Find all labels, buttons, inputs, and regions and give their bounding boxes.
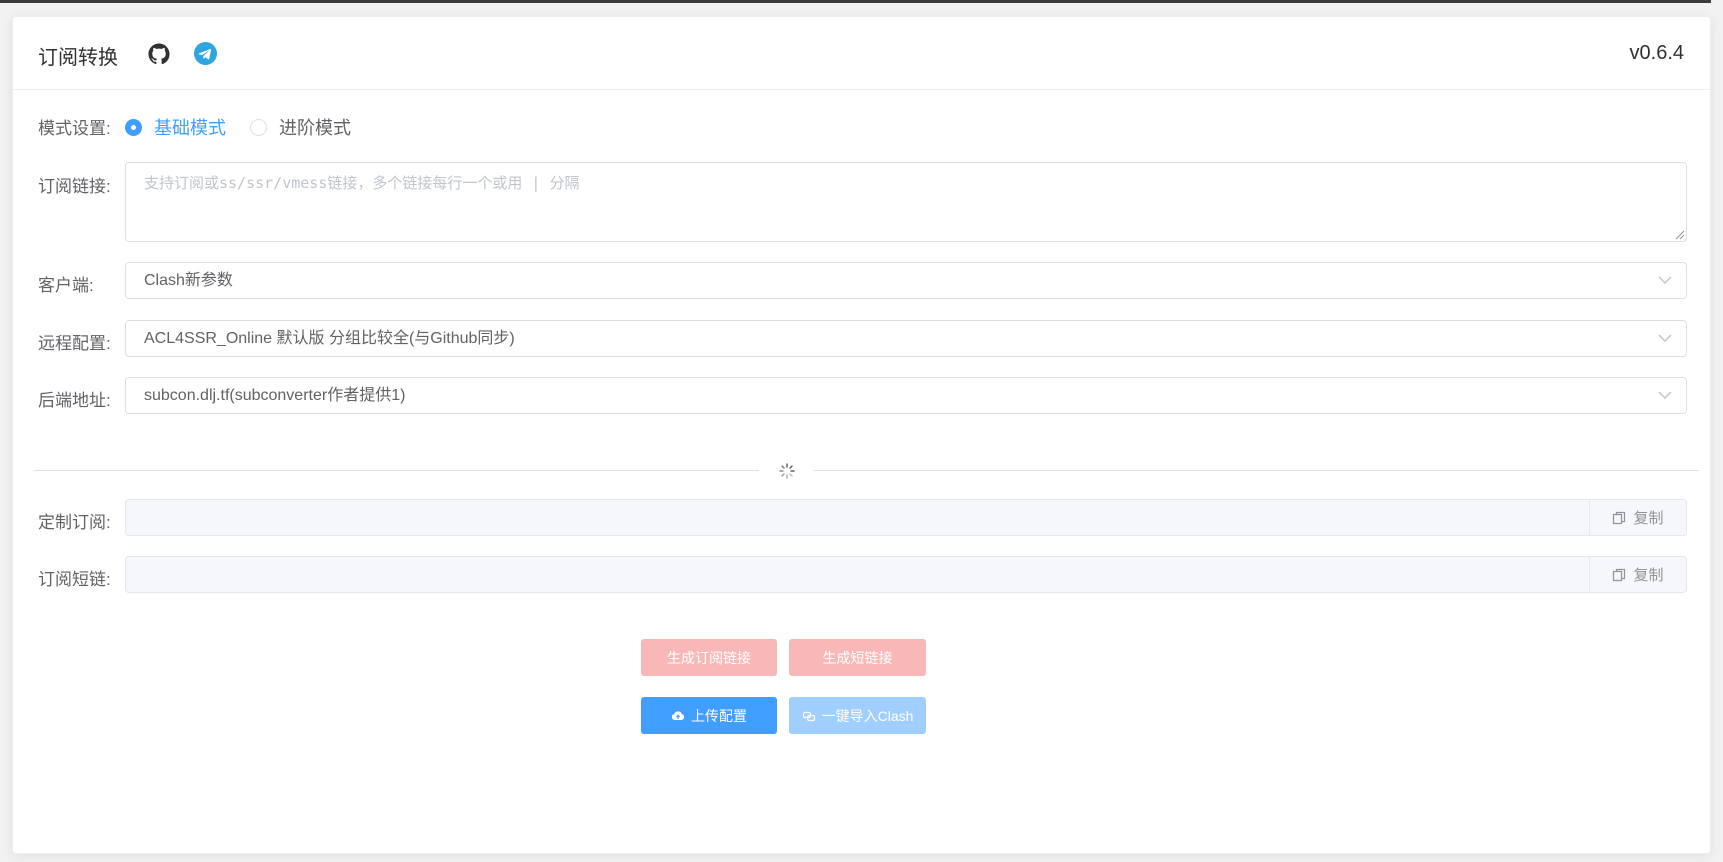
import-clash-label: 一键导入Clash (821, 707, 914, 724)
main-card: 订阅转换 v0.6.4 模式设置: 基础模式 进阶模式 订阅链接: 客户端: C… (12, 16, 1711, 854)
radio-dot-unchecked (250, 118, 267, 136)
radio-basic-mode[interactable]: 基础模式 (125, 114, 226, 140)
chevron-down-icon (1658, 276, 1672, 285)
import-clash-button[interactable]: 一键导入Clash (789, 697, 926, 734)
subscription-label: 订阅链接: (38, 177, 111, 196)
copy-icon (1613, 568, 1626, 581)
copy-custom-sub-button[interactable]: 复制 (1589, 500, 1686, 535)
custom-sub-label: 定制订阅: (38, 513, 111, 532)
backend-select-value: subcon.dlj.tf(subconverter作者提供1) (144, 387, 406, 404)
subscription-textarea[interactable] (125, 162, 1687, 242)
telegram-icon[interactable] (194, 42, 217, 65)
copy-label: 复制 (1633, 567, 1664, 584)
loading-spinner-icon (779, 463, 795, 479)
generate-short-button[interactable]: 生成短链接 (789, 639, 926, 676)
radio-advanced-mode-label: 进阶模式 (279, 118, 351, 138)
custom-sub-input[interactable]: 复制 (125, 499, 1687, 536)
window-top-edge (0, 0, 1723, 3)
divider-left (34, 470, 759, 471)
remote-config-select-value: ACL4SSR_Online 默认版 分组比较全(与Github同步) (144, 330, 515, 347)
cloud-upload-icon (671, 710, 685, 720)
divider-right (814, 470, 1699, 471)
radio-dot-checked (125, 118, 142, 136)
radio-advanced-mode[interactable]: 进阶模式 (250, 114, 351, 140)
client-select[interactable]: Clash新参数 (125, 262, 1687, 299)
chevron-down-icon (1658, 391, 1672, 400)
scrollbar-gutter (1711, 0, 1723, 862)
resize-grip-icon[interactable] (1673, 228, 1685, 240)
backend-label: 后端地址: (38, 391, 111, 410)
copy-icon (1613, 511, 1626, 524)
client-label: 客户端: (38, 276, 94, 295)
card-header: 订阅转换 v0.6.4 (13, 17, 1710, 90)
github-icon[interactable] (148, 43, 170, 65)
remote-config-select[interactable]: ACL4SSR_Online 默认版 分组比较全(与Github同步) (125, 320, 1687, 357)
upload-config-button[interactable]: 上传配置 (641, 697, 777, 734)
version-label: v0.6.4 (1629, 42, 1684, 64)
backend-select[interactable]: subcon.dlj.tf(subconverter作者提供1) (125, 377, 1687, 414)
remote-config-label: 远程配置: (38, 334, 111, 353)
generate-sub-button[interactable]: 生成订阅链接 (641, 639, 777, 676)
radio-basic-mode-label: 基础模式 (154, 118, 226, 138)
generate-sub-label: 生成订阅链接 (667, 649, 751, 666)
chevron-down-icon (1658, 334, 1672, 343)
upload-config-label: 上传配置 (691, 707, 747, 724)
generate-short-label: 生成短链接 (822, 649, 893, 666)
client-select-value: Clash新参数 (144, 272, 233, 289)
link-icon (802, 711, 815, 721)
mode-label: 模式设置: (38, 119, 111, 138)
copy-label: 复制 (1633, 510, 1664, 527)
short-link-input[interactable]: 复制 (125, 556, 1687, 593)
page-title: 订阅转换 (38, 47, 118, 69)
short-link-label: 订阅短链: (38, 570, 111, 589)
copy-short-link-button[interactable]: 复制 (1589, 557, 1686, 592)
